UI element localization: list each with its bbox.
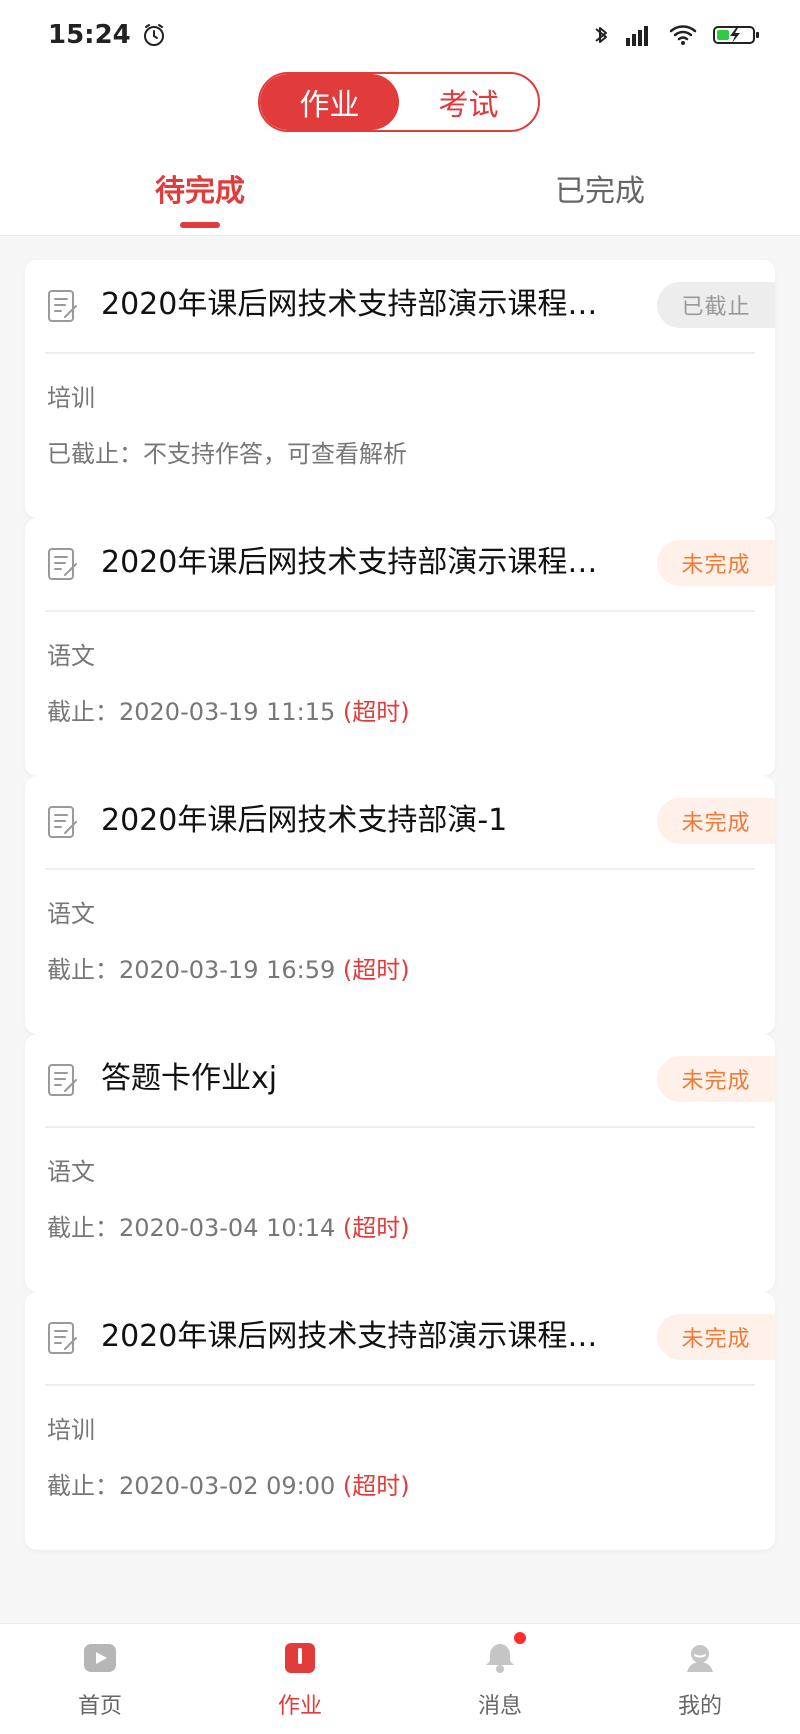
- card-deadline: 截止：2020-03-02 09:00 (超时): [47, 1466, 410, 1501]
- status-badge: 未完成: [657, 798, 775, 844]
- status-badge: 未完成: [657, 1056, 775, 1102]
- card-head: 2020年课后网技术支持部演示课程… 未完成: [25, 518, 775, 608]
- tab-homework-label: 作业: [299, 88, 360, 123]
- document-edit-icon: [45, 288, 81, 324]
- status-right: [592, 22, 760, 48]
- card-deadline-text: 截止：2020-03-04 10:14: [47, 1214, 336, 1242]
- homework-card[interactable]: 2020年课后网技术支持部演示课程… 已截止 培训 已截止：不支持作答，可查看解…: [25, 260, 775, 518]
- active-tab-indicator: [180, 222, 220, 228]
- status-badge: 未完成: [657, 540, 775, 586]
- nav-home-label: 首页: [77, 1694, 122, 1719]
- tab-homework[interactable]: 作业: [260, 74, 399, 130]
- tab-exam-label: 考试: [438, 88, 499, 123]
- nav-home[interactable]: 首页: [0, 1624, 200, 1734]
- bell-icon: [480, 1632, 526, 1678]
- homework-exam-switch: 作业 考试: [258, 72, 540, 132]
- nav-mine[interactable]: 我的: [600, 1624, 800, 1734]
- card-deadline: 已截止：不支持作答，可查看解析: [47, 434, 407, 469]
- card-title: 答题卡作业xj: [101, 1061, 278, 1096]
- unread-dot: [514, 1632, 526, 1644]
- document-edit-icon: [45, 804, 81, 840]
- timeout-label: (超时): [342, 1214, 410, 1242]
- home-icon: [80, 1638, 120, 1678]
- status-badge: 已截止: [657, 282, 775, 328]
- status-tabs: 待完成 已完成: [0, 158, 800, 228]
- card-divider: [45, 868, 755, 870]
- nav-homework[interactable]: 作业: [200, 1624, 400, 1734]
- tab-pending[interactable]: 待完成: [0, 158, 400, 228]
- card-deadline-text: 已截止：不支持作答，可查看解析: [47, 440, 407, 468]
- bottom-navigation: 首页 作业 消息 我的: [0, 1623, 800, 1734]
- homework-card[interactable]: 2020年课后网技术支持部演示课程… 未完成 培训 截止：2020-03-02 …: [25, 1292, 775, 1550]
- tab-exam[interactable]: 考试: [399, 74, 538, 130]
- document-edit-icon: [45, 546, 81, 582]
- document-edit-icon: [45, 1062, 81, 1098]
- nav-mine-label: 我的: [677, 1694, 722, 1719]
- card-subject: 语文: [47, 642, 95, 670]
- tab-done-label: 已完成: [555, 174, 645, 209]
- battery-charging-icon: [712, 22, 760, 48]
- card-deadline-text: 截止：2020-03-19 16:59: [47, 956, 336, 984]
- card-deadline: 截止：2020-03-19 11:15 (超时): [47, 692, 410, 727]
- card-subject: 培训: [47, 384, 95, 412]
- timeout-label: (超时): [342, 956, 410, 984]
- nav-homework-label: 作业: [277, 1694, 322, 1719]
- status-badge: 未完成: [657, 1314, 775, 1360]
- card-title: 2020年课后网技术支持部演示课程…: [101, 545, 598, 580]
- homework-page: 15:24 作业 考试 待完成 已完成 2020年课后网技术支持部演示课程… 已…: [0, 0, 800, 1734]
- card-deadline: 截止：2020-03-04 10:14 (超时): [47, 1208, 410, 1243]
- card-subject: 语文: [47, 900, 95, 928]
- alarm-icon: [141, 22, 167, 48]
- tab-done[interactable]: 已完成: [400, 158, 800, 218]
- book-icon: [280, 1638, 320, 1678]
- card-head: 2020年课后网技术支持部演-1 未完成: [25, 776, 775, 866]
- status-bar: 15:24: [0, 0, 800, 70]
- card-deadline-text: 截止：2020-03-02 09:00: [47, 1472, 336, 1500]
- card-head: 2020年课后网技术支持部演示课程… 未完成: [25, 1292, 775, 1382]
- bluetooth-icon: [592, 22, 610, 48]
- card-title: 2020年课后网技术支持部演示课程…: [101, 1319, 598, 1354]
- nav-messages[interactable]: 消息: [400, 1624, 600, 1734]
- card-deadline: 截止：2020-03-19 16:59 (超时): [47, 950, 410, 985]
- homework-card[interactable]: 答题卡作业xj 未完成 语文 截止：2020-03-04 10:14 (超时): [25, 1034, 775, 1292]
- signal-icon: [624, 22, 654, 48]
- card-title: 2020年课后网技术支持部演示课程…: [101, 287, 598, 322]
- card-deadline-text: 截止：2020-03-19 11:15: [47, 698, 336, 726]
- card-subject: 培训: [47, 1416, 95, 1444]
- card-head: 答题卡作业xj 未完成: [25, 1034, 775, 1124]
- status-left: 15:24: [48, 20, 167, 50]
- card-title: 2020年课后网技术支持部演-1: [101, 803, 508, 838]
- card-subject: 语文: [47, 1158, 95, 1186]
- header: 作业 考试 待完成 已完成: [0, 70, 800, 235]
- homework-list[interactable]: 2020年课后网技术支持部演示课程… 已截止 培训 已截止：不支持作答，可查看解…: [0, 235, 800, 1624]
- timeout-label: (超时): [342, 698, 410, 726]
- homework-card[interactable]: 2020年课后网技术支持部演-1 未完成 语文 截止：2020-03-19 16…: [25, 776, 775, 1034]
- wifi-icon: [668, 22, 698, 48]
- time-text: 15:24: [48, 20, 131, 50]
- user-icon: [680, 1638, 720, 1678]
- nav-messages-label: 消息: [477, 1694, 522, 1719]
- card-head: 2020年课后网技术支持部演示课程… 已截止: [25, 260, 775, 350]
- tab-pending-label: 待完成: [155, 174, 245, 209]
- card-divider: [45, 610, 755, 612]
- card-divider: [45, 1126, 755, 1128]
- card-divider: [45, 1384, 755, 1386]
- homework-card[interactable]: 2020年课后网技术支持部演示课程… 未完成 语文 截止：2020-03-19 …: [25, 518, 775, 776]
- card-divider: [45, 352, 755, 354]
- document-edit-icon: [45, 1320, 81, 1356]
- timeout-label: (超时): [342, 1472, 410, 1500]
